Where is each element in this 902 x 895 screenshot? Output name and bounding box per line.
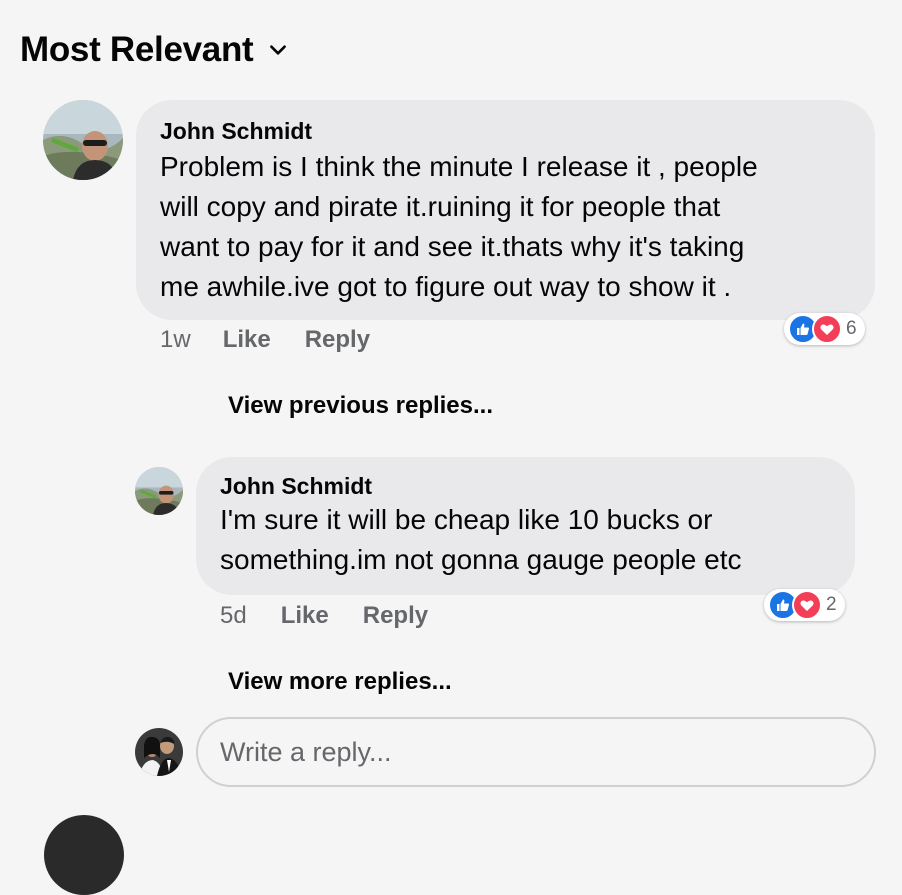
comment-reactions[interactable]: 6	[784, 313, 865, 345]
reply-button[interactable]: Reply	[305, 326, 370, 354]
reaction-count: 6	[846, 318, 857, 339]
reply-author-name[interactable]: John Schmidt	[220, 473, 831, 500]
view-more-replies-link[interactable]: View more replies...	[228, 668, 452, 696]
current-user-avatar	[135, 728, 183, 776]
reply-button[interactable]: Reply	[363, 602, 428, 630]
comment-actions: 1w Like Reply	[160, 326, 370, 354]
comment-bubble: John Schmidt Problem is I think the minu…	[136, 100, 875, 320]
like-button[interactable]: Like	[281, 602, 329, 630]
comment-timestamp[interactable]: 1w	[160, 326, 191, 354]
chevron-down-icon	[270, 45, 287, 55]
next-comment-avatar	[44, 815, 124, 895]
like-button[interactable]: Like	[223, 326, 271, 354]
reply-actions: 5d Like Reply	[220, 602, 428, 630]
reply-text: I'm sure it will be cheap like 10 bucks …	[220, 504, 742, 575]
reply-reactions[interactable]: 2	[764, 589, 845, 621]
love-reaction-icon	[812, 314, 842, 344]
reply-bubble: John Schmidt I'm sure it will be cheap l…	[196, 457, 855, 595]
love-reaction-icon	[792, 590, 822, 620]
sort-dropdown[interactable]: Most Relevant	[20, 30, 289, 70]
sort-label: Most Relevant	[20, 30, 254, 69]
view-previous-replies-link[interactable]: View previous replies...	[228, 392, 493, 420]
reaction-count: 2	[826, 594, 837, 615]
reply-input[interactable]	[196, 717, 876, 787]
replier-avatar[interactable]	[135, 467, 183, 515]
comment-text: Problem is I think the minute I release …	[160, 151, 758, 302]
reply-timestamp[interactable]: 5d	[220, 602, 247, 630]
commenter-avatar[interactable]	[43, 100, 123, 180]
comment-author-name[interactable]: John Schmidt	[160, 118, 851, 145]
